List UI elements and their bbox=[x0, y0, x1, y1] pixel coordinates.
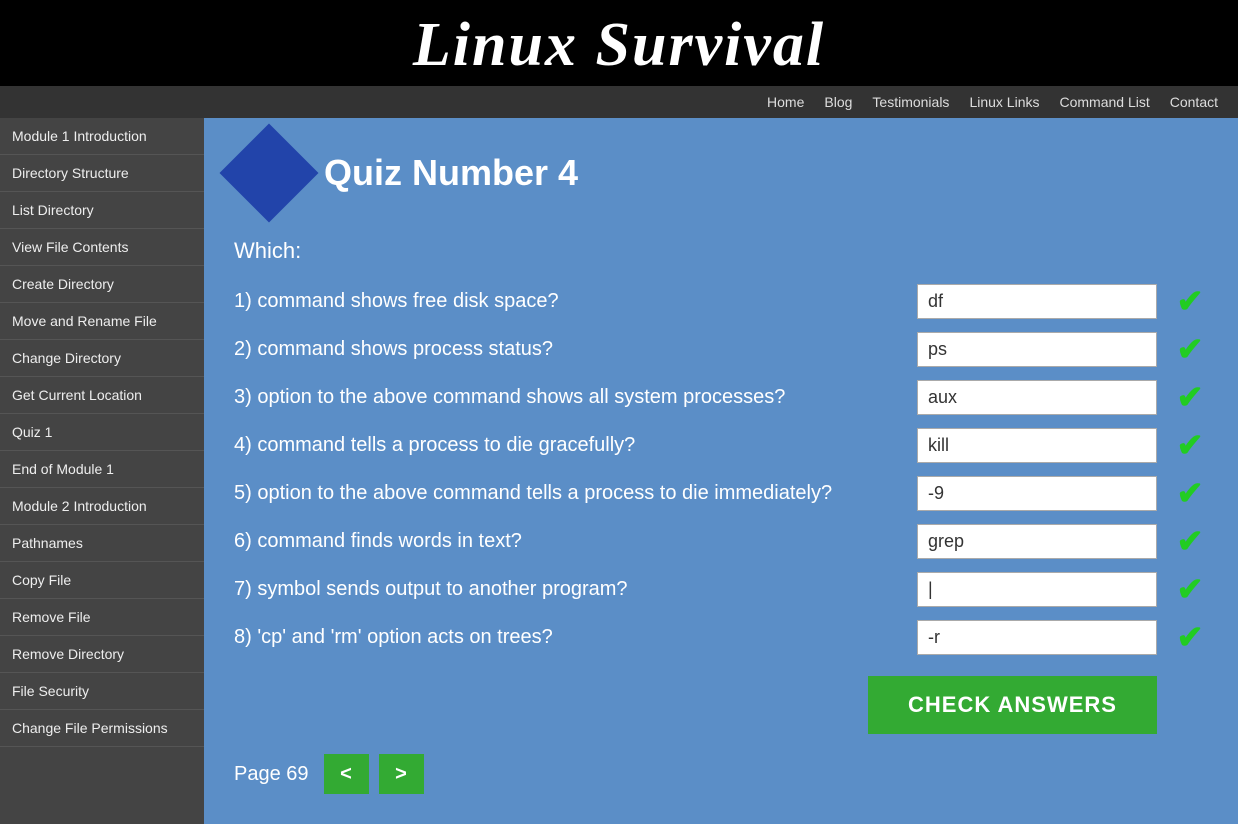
site-title: Linux Survival bbox=[0, 10, 1238, 81]
questions-grid: 1) command shows free disk space?✔2) com… bbox=[234, 282, 1208, 656]
nav-testimonials[interactable]: Testimonials bbox=[872, 94, 949, 110]
answer-input-8[interactable] bbox=[917, 620, 1157, 655]
sidebar-change-file-permissions[interactable]: Change File Permissions bbox=[0, 710, 204, 747]
sidebar-directory-structure[interactable]: Directory Structure bbox=[0, 155, 204, 192]
answer-input-3[interactable] bbox=[917, 380, 1157, 415]
answer-input-5[interactable] bbox=[917, 476, 1157, 511]
navbar: Home Blog Testimonials Linux Links Command L… bbox=[0, 86, 1238, 118]
nav-contact[interactable]: Contact bbox=[1170, 94, 1218, 110]
nav-linux-links[interactable]: Linux Links bbox=[969, 94, 1039, 110]
nav-blog[interactable]: Blog bbox=[824, 94, 852, 110]
checkmark-5: ✔ bbox=[1172, 474, 1208, 512]
question-text-7: 7) symbol sends output to another progra… bbox=[234, 578, 902, 601]
checkmark-8: ✔ bbox=[1172, 618, 1208, 656]
answer-input-7[interactable] bbox=[917, 572, 1157, 607]
question-text-6: 6) command finds words in text? bbox=[234, 530, 902, 553]
question-text-8: 8) 'cp' and 'rm' option acts on trees? bbox=[234, 626, 902, 649]
sidebar-create-directory[interactable]: Create Directory bbox=[0, 266, 204, 303]
answer-input-6[interactable] bbox=[917, 524, 1157, 559]
question-row-2: 2) command shows process status? ✔ bbox=[234, 330, 1208, 368]
question-row-1: 1) command shows free disk space? ✔ bbox=[234, 282, 1208, 320]
which-label: Which: bbox=[234, 238, 1208, 264]
sidebar-file-security[interactable]: File Security bbox=[0, 673, 204, 710]
next-page-button[interactable]: > bbox=[379, 754, 424, 794]
nav-home[interactable]: Home bbox=[767, 94, 804, 110]
question-row-3: 3) option to the above command shows all… bbox=[234, 378, 1208, 416]
site-header: Linux Survival bbox=[0, 0, 1238, 86]
check-answers-button[interactable]: CHECK ANSWERS bbox=[868, 676, 1157, 734]
question-row-8: 8) 'cp' and 'rm' option acts on trees? ✔ bbox=[234, 618, 1208, 656]
sidebar: Module 1 IntroductionDirectory Structure… bbox=[0, 118, 204, 824]
sidebar-remove-directory[interactable]: Remove Directory bbox=[0, 636, 204, 673]
sidebar-view-file-contents[interactable]: View File Contents bbox=[0, 229, 204, 266]
checkmark-4: ✔ bbox=[1172, 426, 1208, 464]
sidebar-change-directory[interactable]: Change Directory bbox=[0, 340, 204, 377]
sidebar-quiz1[interactable]: Quiz 1 bbox=[0, 414, 204, 451]
checkmark-7: ✔ bbox=[1172, 570, 1208, 608]
nav-command-list[interactable]: Command List bbox=[1059, 94, 1149, 110]
question-row-4: 4) command tells a process to die gracef… bbox=[234, 426, 1208, 464]
sidebar-module1-intro[interactable]: Module 1 Introduction bbox=[0, 118, 204, 155]
sidebar-module2-intro[interactable]: Module 2 Introduction bbox=[0, 488, 204, 525]
layout: Module 1 IntroductionDirectory Structure… bbox=[0, 118, 1238, 824]
sidebar-list-directory[interactable]: List Directory bbox=[0, 192, 204, 229]
question-text-4: 4) command tells a process to die gracef… bbox=[234, 434, 902, 457]
quiz-title: Quiz Number 4 bbox=[324, 152, 578, 194]
checkmark-1: ✔ bbox=[1172, 282, 1208, 320]
checkmark-3: ✔ bbox=[1172, 378, 1208, 416]
question-text-3: 3) option to the above command shows all… bbox=[234, 386, 902, 409]
sidebar-remove-file[interactable]: Remove File bbox=[0, 599, 204, 636]
prev-page-button[interactable]: < bbox=[324, 754, 369, 794]
sidebar-pathnames[interactable]: Pathnames bbox=[0, 525, 204, 562]
sidebar-move-rename-file[interactable]: Move and Rename File bbox=[0, 303, 204, 340]
check-answers-row: CHECK ANSWERS bbox=[234, 676, 1208, 734]
question-row-6: 6) command finds words in text? ✔ bbox=[234, 522, 1208, 560]
checkmark-2: ✔ bbox=[1172, 330, 1208, 368]
question-text-5: 5) option to the above command tells a p… bbox=[234, 482, 902, 505]
quiz-header: Quiz Number 4 bbox=[234, 138, 1208, 208]
question-text-1: 1) command shows free disk space? bbox=[234, 290, 902, 313]
main-content: Quiz Number 4 Which: 1) command shows fr… bbox=[204, 118, 1238, 824]
sidebar-copy-file[interactable]: Copy File bbox=[0, 562, 204, 599]
answer-input-2[interactable] bbox=[917, 332, 1157, 367]
diamond-icon bbox=[220, 124, 319, 223]
checkmark-6: ✔ bbox=[1172, 522, 1208, 560]
question-row-7: 7) symbol sends output to another progra… bbox=[234, 570, 1208, 608]
question-text-2: 2) command shows process status? bbox=[234, 338, 902, 361]
page-label: Page 69 bbox=[234, 763, 309, 786]
pagination-row: Page 69 < > bbox=[234, 754, 1208, 794]
answer-input-4[interactable] bbox=[917, 428, 1157, 463]
sidebar-end-module1[interactable]: End of Module 1 bbox=[0, 451, 204, 488]
answer-input-1[interactable] bbox=[917, 284, 1157, 319]
sidebar-get-current-location[interactable]: Get Current Location bbox=[0, 377, 204, 414]
question-row-5: 5) option to the above command tells a p… bbox=[234, 474, 1208, 512]
